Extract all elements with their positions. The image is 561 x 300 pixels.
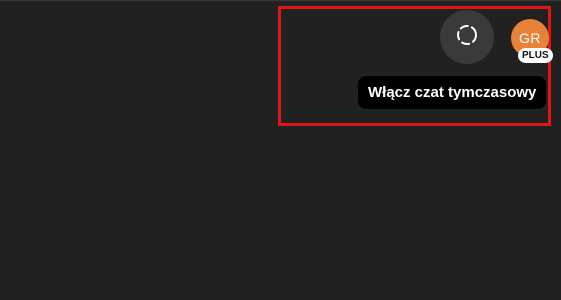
plan-badge-label: PLUS <box>522 50 549 61</box>
temporary-chat-tooltip: Włącz czat tymczasowy <box>358 76 547 109</box>
avatar-initials: GR <box>519 30 541 46</box>
tooltip-label: Włącz czat tymczasowy <box>368 84 537 101</box>
top-divider <box>0 0 561 1</box>
temporary-chat-button[interactable] <box>440 10 494 64</box>
temporary-chat-icon <box>455 23 479 52</box>
plan-badge: PLUS <box>518 48 553 63</box>
